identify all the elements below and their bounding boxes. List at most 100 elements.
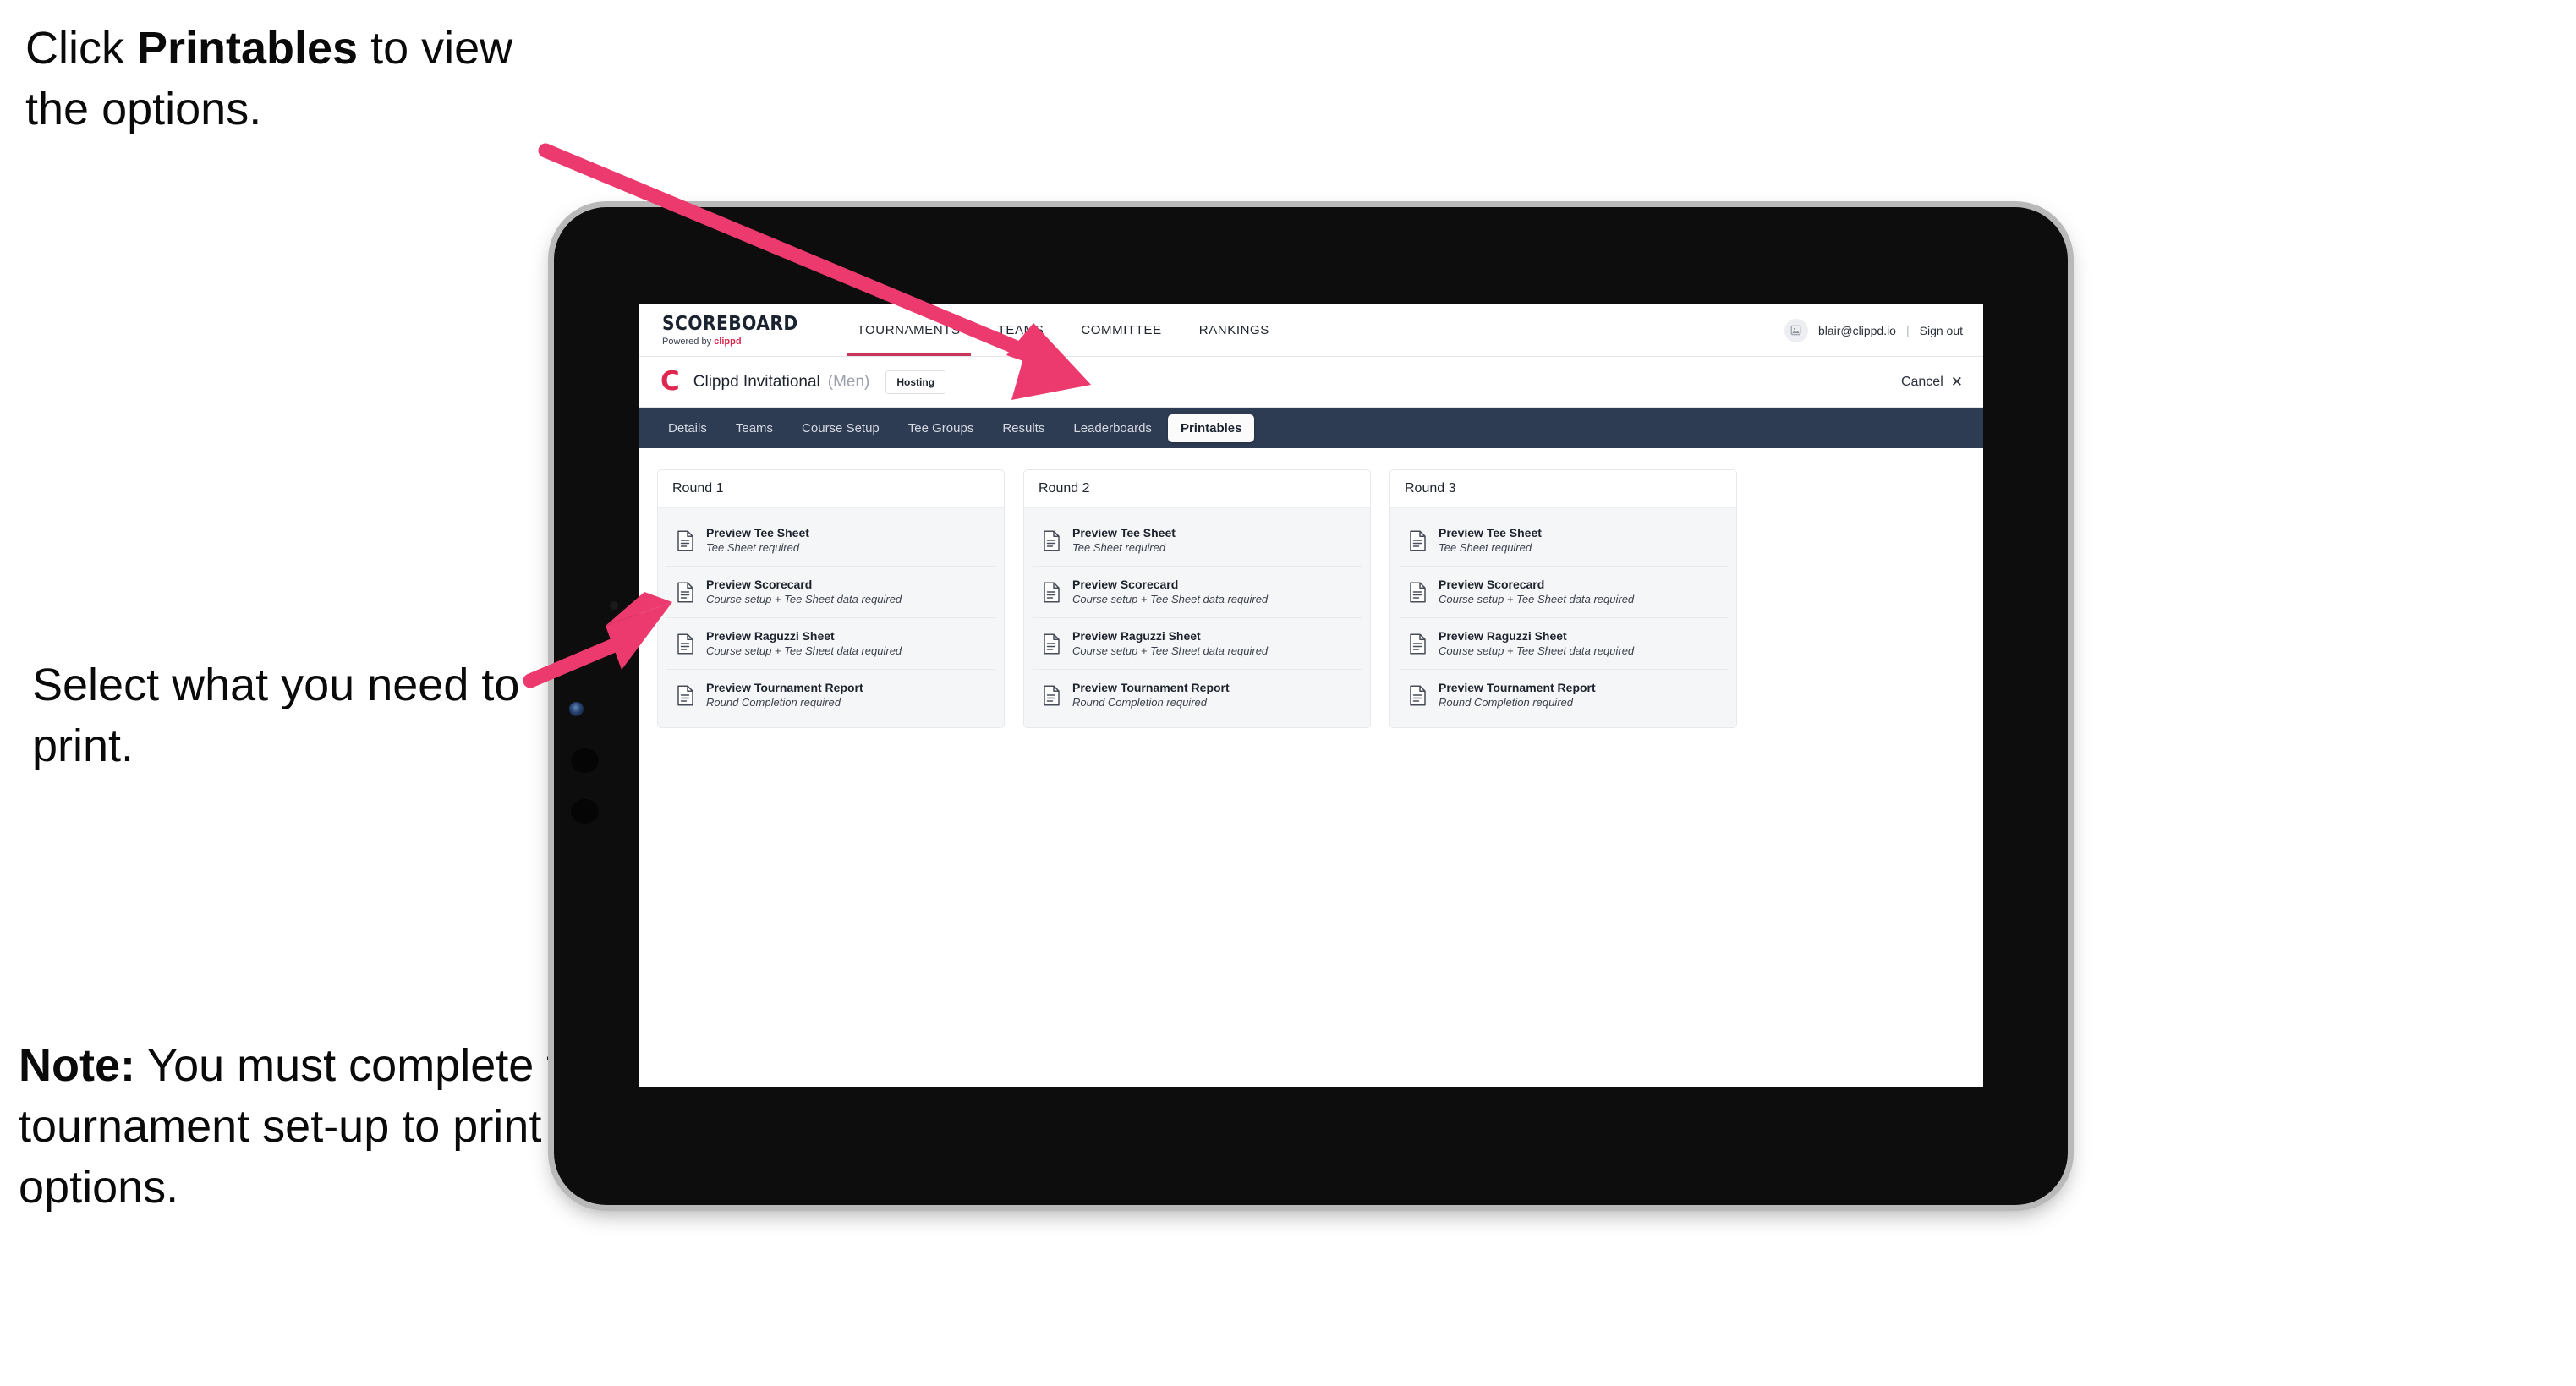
tournament-tab-bar: Details Teams Course Setup Tee Groups Re…	[639, 408, 1983, 448]
printable-item-title: Preview Scorecard	[706, 578, 813, 592]
microphone-icon	[610, 601, 618, 610]
printable-item-text: Preview Tournament Report Round Completi…	[1072, 681, 1230, 709]
nav-item-rankings[interactable]: RANKINGS	[1181, 304, 1288, 356]
printable-item-title: Preview Tee Sheet	[1439, 526, 1542, 540]
annotation-text-bold: Printables	[137, 23, 359, 74]
round-items-list: Preview Tee Sheet Tee Sheet required Pre…	[1390, 508, 1736, 728]
document-icon	[677, 685, 694, 706]
printable-item-tournament-report[interactable]: Preview Tournament Report Round Completi…	[1033, 670, 1362, 721]
brand-title: SCOREBOARD	[662, 312, 798, 335]
printable-item-tee-sheet[interactable]: Preview Tee Sheet Tee Sheet required	[1033, 515, 1362, 567]
document-icon	[1043, 581, 1061, 603]
annotation-note-label: Note:	[19, 1040, 135, 1091]
printable-item-title: Preview Tee Sheet	[1072, 526, 1176, 540]
round-column-1: Round 1 Preview Tee Sheet Tee Sheet requ…	[657, 469, 1005, 729]
scoreboard-logo[interactable]: SCOREBOARD Powered by clippd	[639, 304, 839, 356]
user-email: blair@clippd.io	[1817, 323, 1896, 337]
nav-item-tournaments[interactable]: TOURNAMENTS	[839, 304, 979, 356]
tab-printables[interactable]: Printables	[1167, 414, 1255, 442]
document-icon	[1409, 633, 1427, 655]
tab-teams[interactable]: Teams	[723, 414, 786, 442]
printable-item-scorecard[interactable]: Preview Scorecard Course setup + Tee She…	[1399, 567, 1728, 619]
tournament-gender: (Men)	[827, 372, 870, 391]
annotation-select-print: Select what you need to print.	[32, 660, 520, 771]
printable-item-subtitle: Course setup + Tee Sheet data required	[1072, 593, 1269, 606]
tab-course-setup[interactable]: Course Setup	[789, 414, 892, 442]
printable-item-text: Preview Scorecard Course setup + Tee She…	[706, 578, 902, 606]
status-badge-hosting: Hosting	[885, 370, 946, 394]
tournament-header-bar: C Clippd Invitational (Men) Hosting Canc…	[639, 357, 1983, 408]
printable-item-text: Preview Scorecard Course setup + Tee She…	[1072, 578, 1268, 606]
tab-leaderboards[interactable]: Leaderboards	[1061, 414, 1165, 442]
printable-item-subtitle: Round Completion required	[1439, 696, 1573, 709]
brand-sub-clippd: clippd	[714, 336, 742, 347]
document-icon	[677, 581, 694, 603]
printable-item-raguzzi-sheet[interactable]: Preview Raguzzi Sheet Course setup + Tee…	[1033, 618, 1362, 671]
printable-item-title: Preview Raguzzi Sheet	[706, 629, 835, 644]
round-title: Round 2	[1024, 470, 1370, 508]
document-icon	[1409, 529, 1427, 551]
printable-item-title: Preview Scorecard	[1439, 578, 1545, 592]
secondary-camera-icon	[571, 799, 599, 824]
document-icon	[1043, 633, 1061, 655]
printable-item-title: Preview Raguzzi Sheet	[1439, 629, 1567, 644]
front-sensor-icon	[569, 702, 584, 716]
printable-item-text: Preview Raguzzi Sheet Course setup + Tee…	[1439, 629, 1634, 658]
clippd-logo-icon: C	[660, 366, 680, 397]
printable-item-title: Preview Tournament Report	[1072, 681, 1230, 695]
printable-item-text: Preview Raguzzi Sheet Course setup + Tee…	[706, 629, 902, 658]
tab-results[interactable]: Results	[989, 414, 1057, 442]
annotation-text-pre: Click	[25, 23, 137, 74]
brand-sub-prefix: Powered by	[662, 336, 715, 347]
printable-item-subtitle: Course setup + Tee Sheet data required	[1439, 593, 1635, 606]
document-icon	[677, 529, 694, 551]
document-icon	[1409, 581, 1427, 603]
printable-item-subtitle: Course setup + Tee Sheet data required	[706, 593, 902, 606]
document-icon	[677, 633, 694, 655]
printable-item-text: Preview Scorecard Course setup + Tee She…	[1439, 578, 1634, 606]
document-icon	[1043, 529, 1061, 551]
printable-item-subtitle: Tee Sheet required	[1072, 541, 1166, 555]
printable-item-tournament-report[interactable]: Preview Tournament Report Round Completi…	[666, 670, 995, 721]
round-column-2: Round 2 Preview Tee Sheet Tee Sheet requ…	[1023, 469, 1371, 729]
printable-item-raguzzi-sheet[interactable]: Preview Raguzzi Sheet Course setup + Tee…	[1399, 618, 1728, 671]
round-items-list: Preview Tee Sheet Tee Sheet required Pre…	[658, 508, 1004, 728]
printable-item-title: Preview Tournament Report	[1439, 681, 1596, 695]
printable-item-tee-sheet[interactable]: Preview Tee Sheet Tee Sheet required	[1399, 515, 1728, 567]
tab-tee-groups[interactable]: Tee Groups	[896, 414, 987, 442]
tab-details[interactable]: Details	[655, 414, 720, 442]
printable-item-text: Preview Tournament Report Round Completi…	[1439, 681, 1596, 709]
printable-item-text: Preview Raguzzi Sheet Course setup + Tee…	[1072, 629, 1268, 658]
printable-item-text: Preview Tee Sheet Tee Sheet required	[706, 526, 809, 555]
printable-item-subtitle: Course setup + Tee Sheet data required	[706, 644, 902, 658]
annotation-click-printables: Click Printables to view the options.	[25, 19, 584, 140]
printable-item-subtitle: Course setup + Tee Sheet data required	[1439, 644, 1635, 658]
user-avatar-icon[interactable]	[1784, 318, 1808, 342]
printable-item-subtitle: Round Completion required	[706, 696, 841, 709]
cancel-button[interactable]: Cancel ✕	[1901, 374, 1963, 391]
round-title: Round 3	[1390, 470, 1736, 508]
printable-item-text: Preview Tee Sheet Tee Sheet required	[1439, 526, 1542, 555]
printable-item-raguzzi-sheet[interactable]: Preview Raguzzi Sheet Course setup + Tee…	[666, 618, 995, 671]
printable-item-title: Preview Tournament Report	[706, 681, 863, 695]
printable-item-title: Preview Scorecard	[1072, 578, 1179, 592]
document-icon	[1043, 685, 1061, 706]
tournament-name: Clippd Invitational	[693, 372, 820, 391]
printable-item-scorecard[interactable]: Preview Scorecard Course setup + Tee She…	[666, 567, 995, 619]
printables-rounds-grid: Round 1 Preview Tee Sheet Tee Sheet requ…	[639, 448, 1983, 729]
account-area: blair@clippd.io | Sign out	[1784, 304, 1983, 356]
cancel-label: Cancel	[1900, 374, 1943, 389]
main-navigation: TOURNAMENTS TEAMS COMMITTEE RANKINGS	[839, 304, 1288, 356]
printable-item-title: Preview Raguzzi Sheet	[1072, 629, 1201, 644]
printable-item-tee-sheet[interactable]: Preview Tee Sheet Tee Sheet required	[666, 515, 995, 567]
round-items-list: Preview Tee Sheet Tee Sheet required Pre…	[1024, 508, 1370, 728]
printable-item-title: Preview Tee Sheet	[706, 526, 809, 540]
sign-out-link[interactable]: Sign out	[1920, 324, 1963, 337]
printable-item-subtitle: Tee Sheet required	[706, 541, 800, 555]
app-top-bar: SCOREBOARD Powered by clippd TOURNAMENTS…	[639, 304, 1983, 357]
nav-item-teams[interactable]: TEAMS	[979, 304, 1063, 356]
round-title: Round 1	[658, 470, 1004, 508]
nav-item-committee[interactable]: COMMITTEE	[1062, 304, 1180, 356]
printable-item-scorecard[interactable]: Preview Scorecard Course setup + Tee She…	[1033, 567, 1362, 619]
printable-item-tournament-report[interactable]: Preview Tournament Report Round Completi…	[1399, 670, 1728, 721]
